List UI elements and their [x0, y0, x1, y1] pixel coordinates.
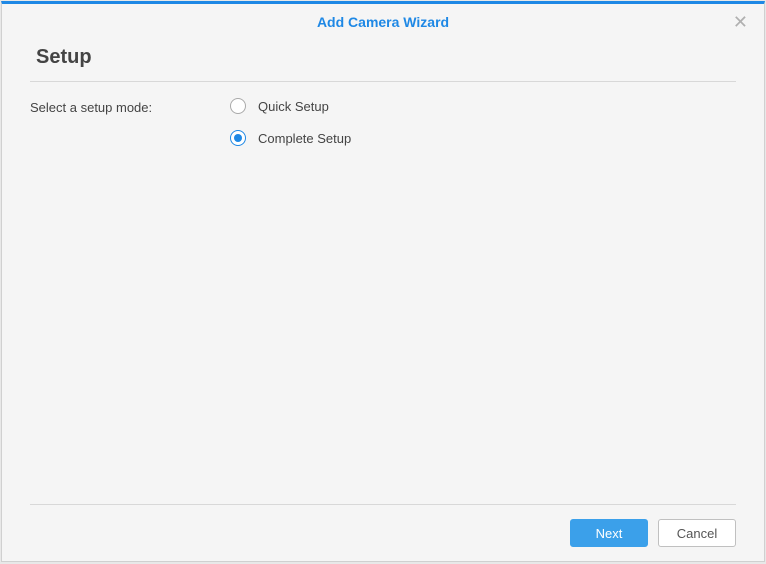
dialog-footer: Next Cancel — [30, 504, 736, 561]
dialog-header: Add Camera Wizard ✕ — [2, 4, 764, 40]
dialog-title: Add Camera Wizard — [317, 14, 449, 30]
radio-quick-setup[interactable]: Quick Setup — [230, 98, 351, 114]
setup-mode-row: Select a setup mode: Quick Setup Complet… — [30, 98, 736, 146]
dialog-body: Setup Select a setup mode: Quick Setup C… — [2, 40, 764, 504]
add-camera-wizard-dialog: Add Camera Wizard ✕ Setup Select a setup… — [1, 1, 765, 562]
page-title: Setup — [30, 46, 736, 82]
radio-icon — [230, 98, 246, 114]
radio-icon — [230, 130, 246, 146]
radio-label: Complete Setup — [258, 131, 351, 146]
setup-mode-options: Quick Setup Complete Setup — [230, 98, 351, 146]
radio-complete-setup[interactable]: Complete Setup — [230, 130, 351, 146]
next-button[interactable]: Next — [570, 519, 648, 547]
close-icon[interactable]: ✕ — [733, 13, 748, 31]
cancel-button[interactable]: Cancel — [658, 519, 736, 547]
setup-mode-label: Select a setup mode: — [30, 98, 230, 115]
radio-label: Quick Setup — [258, 99, 329, 114]
